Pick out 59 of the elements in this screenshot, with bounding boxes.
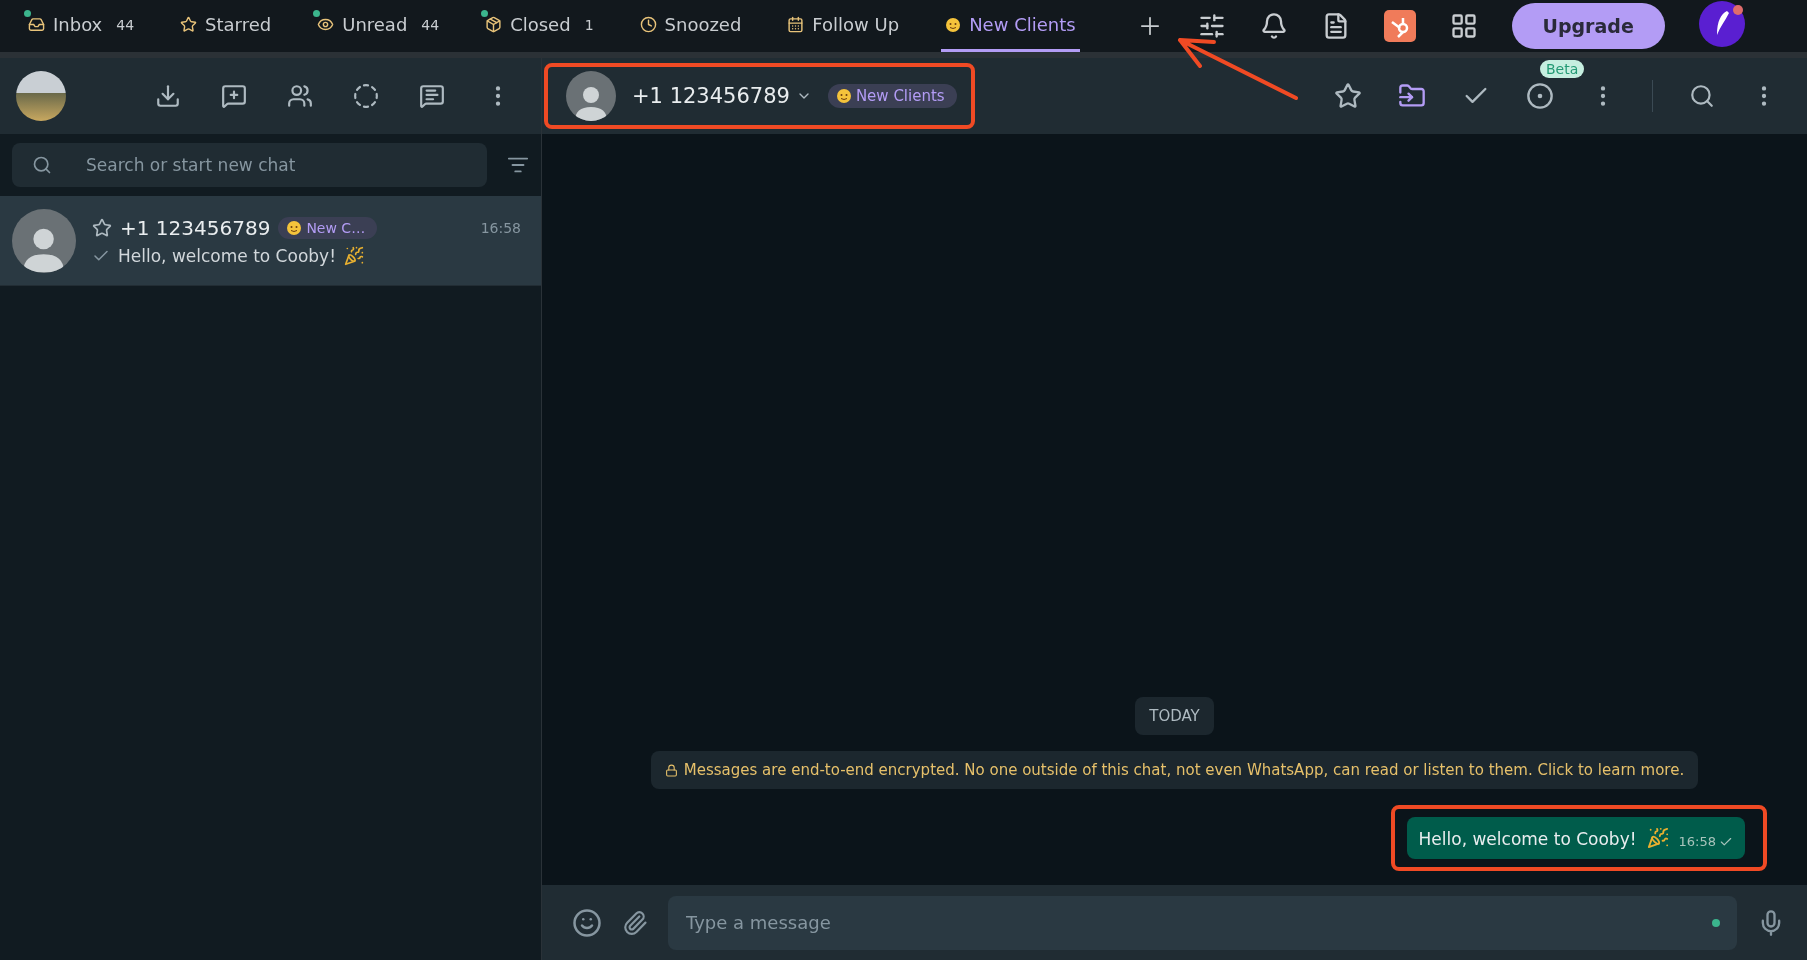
message-preview: Hello, welcome to Cooby!	[118, 245, 336, 266]
face-icon	[286, 219, 303, 236]
folder-tab[interactable]: Unread 44	[313, 0, 444, 52]
star-icon[interactable]	[1334, 82, 1362, 110]
people-icon[interactable]	[287, 83, 313, 109]
tab-count: 44	[421, 16, 440, 33]
lock-icon	[664, 763, 678, 777]
bell-icon[interactable]	[1259, 12, 1288, 40]
tab-icon	[180, 16, 198, 33]
folder-icon[interactable]	[1398, 82, 1426, 110]
message-icon[interactable]	[419, 83, 445, 109]
party-popper-icon	[343, 245, 364, 266]
attach-icon[interactable]	[622, 909, 648, 936]
folder-tab[interactable]: Starred	[176, 0, 276, 52]
encryption-notice[interactable]: Messages are end-to-end encrypted. No one outside of this chat, not even WhatsApp, can read or listen to them. Click to learn more.	[650, 751, 1699, 789]
settings-sliders-icon[interactable]	[1197, 12, 1226, 40]
message-text: Hello, welcome to Cooby!	[1418, 829, 1637, 849]
search-field[interactable]: Search or start new chat	[84, 154, 487, 176]
folder-tab[interactable]: Snoozed	[635, 0, 746, 52]
tab-icon	[787, 16, 805, 33]
tab-icon	[317, 16, 335, 33]
tab-count: 1	[584, 16, 594, 33]
folder-tab[interactable]: Inbox 44	[24, 0, 139, 52]
hub-logo-icon[interactable]	[1383, 10, 1416, 42]
contact-name: +1 123456789	[120, 215, 271, 240]
profile-avatar-icon[interactable]	[1698, 1, 1745, 47]
search-icon[interactable]	[1689, 83, 1715, 109]
search-icon	[32, 155, 52, 175]
folder-tab[interactable]: New Clients	[941, 0, 1080, 52]
compose-box[interactable]: Type a message	[668, 895, 1737, 950]
folder-tab[interactable]: Closed 1	[481, 0, 598, 52]
label-tag: New C…	[278, 216, 378, 239]
face-icon	[945, 16, 962, 33]
tab-icon	[28, 16, 45, 33]
target-icon[interactable]	[1526, 82, 1554, 110]
party-popper-icon	[1646, 827, 1669, 849]
chat-list-item[interactable]: +1 123456789 New C… 16:58 Hello, welcome to Cooby!	[0, 196, 541, 286]
tab-icon	[639, 16, 657, 33]
tab-count: 44	[116, 16, 135, 33]
upgrade-button[interactable]: Upgrade	[1511, 3, 1665, 49]
indicator-icon	[1711, 917, 1721, 928]
chat-time: 16:58	[480, 219, 521, 236]
notice-text: Messages are end-to-end encrypted. No one outside of this chat, not even WhatsApp, can read or listen to them. Click to learn more.	[683, 761, 1685, 779]
folder-tab[interactable]: Follow Up	[783, 0, 904, 52]
search-bar[interactable]: Search or start new chat	[12, 143, 487, 187]
notification-dot	[1732, 5, 1743, 15]
face-icon	[835, 88, 852, 104]
star-icon[interactable]	[92, 217, 112, 238]
message-time: 16:58	[1678, 834, 1733, 849]
tab-icon	[485, 16, 503, 33]
beta-badge: Beta	[1540, 60, 1585, 78]
download-icon[interactable]	[155, 83, 181, 109]
status-icon[interactable]	[353, 83, 379, 109]
emoji-icon[interactable]	[572, 907, 602, 938]
grid-icon[interactable]	[1449, 12, 1478, 40]
new-chat-icon[interactable]	[221, 83, 247, 109]
contact-name[interactable]: +1 123456789	[632, 84, 790, 108]
photo-placeholder[interactable]	[16, 71, 66, 121]
label-tag: New Clients	[827, 84, 957, 108]
